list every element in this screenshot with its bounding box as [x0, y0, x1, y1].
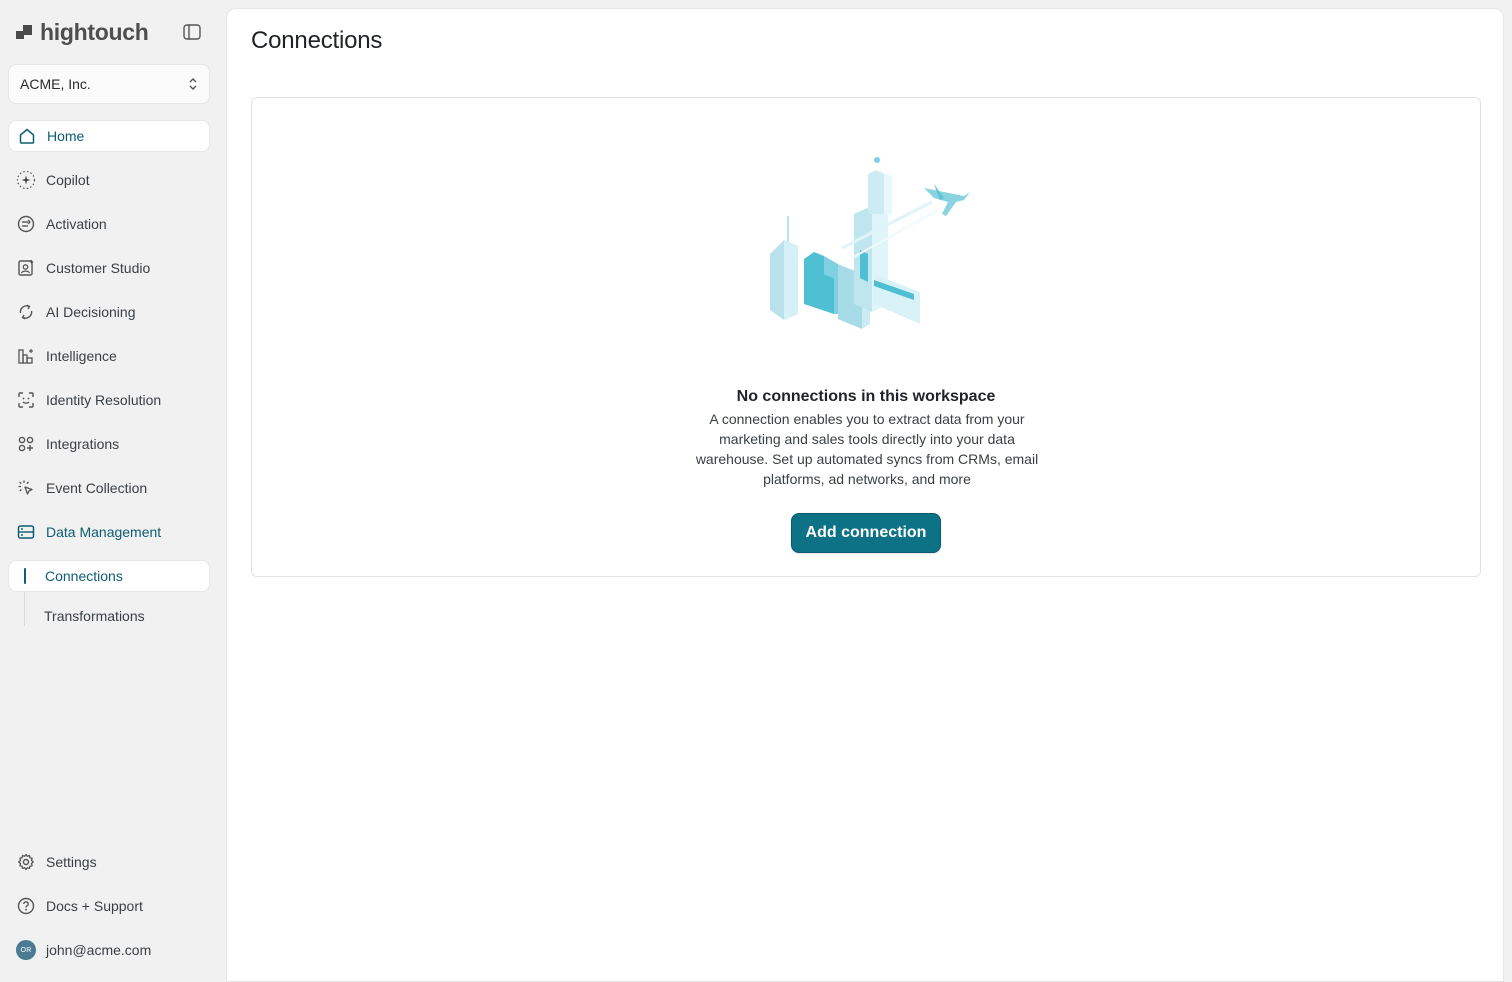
grid-plus-icon: [16, 434, 36, 454]
nav-item-data-management[interactable]: Data Management: [8, 516, 210, 548]
nav-item-label: Copilot: [46, 172, 90, 188]
nav-item-integrations[interactable]: Integrations: [8, 428, 210, 460]
nav-item-copilot[interactable]: Copilot: [8, 164, 210, 196]
nav-item-activation[interactable]: Activation: [8, 208, 210, 240]
nav-item-label: Integrations: [46, 436, 120, 452]
nav-item-docs-support[interactable]: Docs + Support: [8, 890, 210, 922]
subnav-item-label: Transformations: [44, 608, 145, 624]
nav-item-label: Customer Studio: [46, 260, 151, 276]
sidebar-toggle-icon[interactable]: [182, 22, 202, 42]
nav-item-settings[interactable]: Settings: [8, 846, 210, 878]
nav-item-ai-decisioning[interactable]: AI Decisioning: [8, 296, 210, 328]
city-illustration-icon: [770, 157, 970, 329]
main-panel: Connections No connections in this works…: [226, 8, 1504, 982]
person-card-icon: [16, 258, 36, 278]
nav-item-label: Activation: [46, 216, 107, 232]
activation-icon: [16, 214, 36, 234]
user-menu[interactable]: OR john@acme.com: [8, 934, 210, 966]
empty-state-title: No connections in this workspace: [736, 388, 996, 405]
workspace-selector[interactable]: ACME, Inc.: [8, 64, 210, 104]
brand-name: hightouch: [40, 18, 149, 45]
nav-item-home[interactable]: Home: [8, 120, 210, 152]
database-card-icon: [16, 522, 36, 542]
nav-item-identity-resolution[interactable]: Identity Resolution: [8, 384, 210, 416]
nav-item-customer-studio[interactable]: Customer Studio: [8, 252, 210, 284]
nav-item-label: Home: [47, 128, 85, 144]
active-indicator: [24, 568, 26, 584]
nav-item-event-collection[interactable]: Event Collection: [8, 472, 210, 504]
refresh-arrows-icon: [16, 302, 36, 322]
subnav-item-connections[interactable]: Connections: [8, 560, 210, 592]
nav-item-label: Intelligence: [46, 348, 117, 364]
sidebar: hightouch ACME, Inc. Home Copilot Activa…: [0, 0, 226, 982]
sparkle-icon: [16, 170, 36, 190]
face-scan-icon: [16, 390, 36, 410]
gear-icon: [16, 852, 36, 872]
empty-state-description: A connection enables you to extract data…: [695, 411, 1039, 487]
subnav-item-label: Connections: [45, 568, 123, 584]
bar-chart-icon: [16, 346, 36, 366]
brand-logo[interactable]: hightouch: [16, 18, 149, 46]
nav-item-label: Settings: [46, 854, 97, 870]
cursor-click-icon: [16, 478, 36, 498]
chevron-updown-icon: [188, 77, 198, 91]
page-title: Connections: [251, 27, 383, 54]
avatar: OR: [16, 940, 36, 960]
logo-mark-icon: [16, 23, 34, 41]
nav-item-label: Docs + Support: [46, 898, 143, 914]
subnav-item-transformations[interactable]: Transformations: [8, 600, 210, 632]
add-connection-button[interactable]: Add connection: [791, 513, 941, 553]
nav-item-label: Event Collection: [46, 480, 148, 496]
user-email: john@acme.com: [46, 942, 152, 958]
nav-item-label: Identity Resolution: [46, 392, 162, 408]
nav-item-intelligence[interactable]: Intelligence: [8, 340, 210, 372]
empty-state-card: No connections in this workspace A conne…: [251, 97, 1481, 577]
help-circle-icon: [16, 896, 36, 916]
nav-item-label: AI Decisioning: [46, 304, 136, 320]
nav-item-label: Data Management: [46, 524, 162, 540]
workspace-name: ACME, Inc.: [20, 76, 91, 92]
home-icon: [17, 126, 37, 146]
